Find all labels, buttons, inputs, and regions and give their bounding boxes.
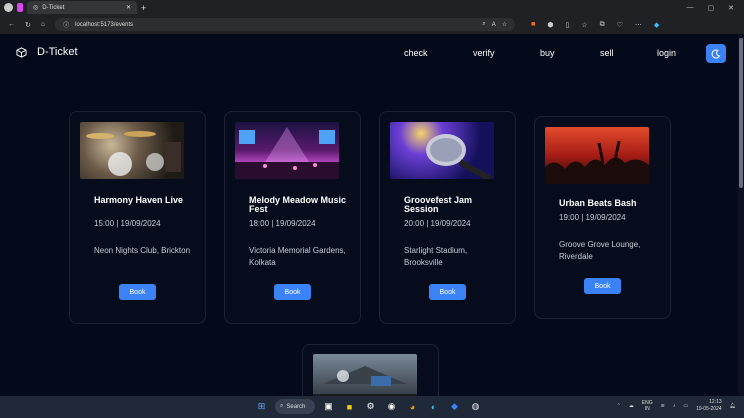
- file-explorer-icon[interactable]: ■: [342, 399, 357, 414]
- taskbar: ⊞ ⌕ Search ▣ ■ ⚙ ◉ ◕ ◐ ◆ ◍ ⌃ ☁ ENG IN ≋ …: [0, 396, 744, 418]
- minimize-icon[interactable]: —: [687, 4, 694, 12]
- browser-chrome: ◎ D-Ticket ✕ + — ▢ ✕ ← ↻ ⌂ ⓘ localhost:5…: [0, 0, 744, 34]
- clock-time: 12:13: [709, 399, 722, 405]
- battery-icon[interactable]: ▭: [683, 403, 688, 409]
- event-card: Urban Beats Bash 19:00 | 19/09/2024 Groo…: [534, 116, 671, 319]
- event-venue: Neon Nights Club, Brickton: [94, 246, 191, 255]
- brand-name: D-Ticket: [37, 46, 78, 58]
- favorite-icon[interactable]: ☆: [502, 21, 507, 28]
- vscode-icon[interactable]: ◆: [447, 399, 462, 414]
- notification-icon[interactable]: 🔔︎: [730, 403, 736, 409]
- more-icon[interactable]: ⋯: [635, 21, 642, 29]
- address-bar-row: ← ↻ ⌂ ⓘ localhost:5173/events ⌕ A ☆ ■ ⬢ …: [0, 15, 744, 34]
- favorites-icon[interactable]: ☆: [581, 21, 587, 29]
- event-card: [302, 344, 439, 396]
- event-image: [313, 354, 417, 396]
- profile-icon[interactable]: [4, 3, 13, 12]
- window-controls: — ▢ ✕: [687, 4, 744, 12]
- tab-d-ticket[interactable]: ◎ D-Ticket ✕: [27, 1, 137, 14]
- event-title: Groovefest Jam Session: [404, 195, 473, 214]
- cloud-icon[interactable]: ☁: [629, 403, 634, 409]
- puzzle-icon[interactable]: ⬢: [547, 21, 553, 29]
- nav-verify[interactable]: verify: [473, 48, 540, 58]
- theme-toggle-button[interactable]: [706, 44, 726, 63]
- volume-icon[interactable]: ♪: [673, 403, 676, 409]
- event-venue: Victoria Memorial Gardens, Kolkata: [249, 246, 346, 267]
- app-icon[interactable]: ◉: [384, 399, 399, 414]
- task-view-icon[interactable]: ▣: [321, 399, 336, 414]
- event-card: Harmony Haven Live 15:00 | 19/09/2024 Ne…: [69, 111, 206, 324]
- tab-strip: ◎ D-Ticket ✕ + — ▢ ✕: [0, 0, 744, 15]
- book-button[interactable]: Book: [429, 284, 466, 300]
- moon-icon: [711, 49, 721, 58]
- collections-icon[interactable]: ⧉: [600, 21, 605, 29]
- workspace-icon[interactable]: [17, 3, 23, 12]
- clock[interactable]: 12:13 19-05-2024: [696, 399, 722, 413]
- navbar: D-Ticket check verify buy sell login: [0, 34, 738, 74]
- event-time: 19:00 | 19/09/2024: [559, 213, 626, 222]
- event-card: Groovefest Jam Session 20:00 | 19/09/202…: [379, 111, 516, 324]
- url-text: localhost:5173/events: [75, 21, 134, 28]
- chrome-icon[interactable]: ◕: [405, 399, 420, 414]
- url-field[interactable]: ⓘ localhost:5173/events ⌕ A ☆: [55, 18, 516, 31]
- nav-links: check verify buy sell login: [404, 48, 676, 58]
- extension-icon[interactable]: ■: [531, 21, 535, 29]
- book-button[interactable]: Book: [119, 284, 156, 300]
- lang-bottom: IN: [644, 406, 650, 412]
- event-time: 20:00 | 19/09/2024: [404, 219, 471, 228]
- taskbar-search[interactable]: ⌕ Search: [275, 399, 315, 414]
- search-icon: ⌕: [280, 403, 284, 409]
- close-window-icon[interactable]: ✕: [728, 4, 734, 12]
- event-title: Urban Beats Bash: [559, 198, 637, 208]
- heart-icon[interactable]: ♡: [617, 21, 623, 29]
- edge-icon[interactable]: ◐: [426, 399, 441, 414]
- close-icon[interactable]: ✕: [126, 4, 131, 11]
- copilot-icon[interactable]: ◆: [654, 21, 659, 29]
- event-image: [80, 122, 184, 179]
- book-button[interactable]: Book: [584, 278, 621, 294]
- new-tab-icon[interactable]: +: [141, 3, 146, 13]
- event-image: [390, 122, 494, 179]
- clock-date: 19-05-2024: [696, 406, 722, 412]
- zoom-icon[interactable]: ⌕: [482, 21, 485, 28]
- info-icon: ⓘ: [63, 23, 70, 29]
- event-image: [545, 127, 649, 184]
- split-screen-icon[interactable]: ▯: [565, 21, 569, 29]
- nav-sell[interactable]: sell: [600, 48, 657, 58]
- nav-buy[interactable]: buy: [540, 48, 600, 58]
- home-icon[interactable]: ⌂: [41, 21, 45, 28]
- wifi-icon[interactable]: ≋: [661, 403, 665, 409]
- back-icon[interactable]: ←: [8, 21, 15, 28]
- app-icon-2[interactable]: ◍: [468, 399, 483, 414]
- event-venue: Groove Grove Lounge, Riverdale: [559, 240, 641, 261]
- tab-title: D-Ticket: [42, 4, 65, 11]
- nav-check[interactable]: check: [404, 48, 473, 58]
- event-time: 15:00 | 19/09/2024: [94, 219, 161, 228]
- system-tray: ⌃ ☁ ENG IN ≋ ♪ ▭ 12:13 19-05-2024 🔔︎: [617, 399, 736, 413]
- event-venue: Starlight Stadium, Brooksville: [404, 246, 468, 267]
- book-button[interactable]: Book: [274, 284, 311, 300]
- event-title: Melody Meadow Music Fest: [249, 195, 347, 214]
- read-aloud-icon[interactable]: A: [492, 22, 496, 28]
- globe-icon: ◎: [33, 5, 39, 11]
- language-indicator[interactable]: ENG IN: [642, 400, 653, 412]
- settings-icon[interactable]: ⚙: [363, 399, 378, 414]
- maximize-icon[interactable]: ▢: [708, 4, 715, 12]
- event-time: 18:00 | 19/09/2024: [249, 219, 316, 228]
- brand[interactable]: D-Ticket: [16, 46, 78, 58]
- windows-start-icon[interactable]: ⊞: [254, 399, 269, 414]
- refresh-icon[interactable]: ↻: [25, 21, 31, 29]
- page-scrollbar[interactable]: [738, 34, 744, 396]
- extension-icons: ■ ⬢ ▯ ☆ ⧉ ♡ ⋯ ◆: [531, 21, 659, 29]
- search-label: Search: [286, 403, 306, 410]
- chevron-up-icon[interactable]: ⌃: [617, 403, 621, 409]
- cube-icon: [16, 46, 27, 58]
- scrollbar-thumb[interactable]: [739, 38, 743, 188]
- web-page: D-Ticket check verify buy sell login Har…: [0, 34, 738, 396]
- nav-login[interactable]: login: [657, 48, 676, 58]
- event-card: Melody Meadow Music Fest 18:00 | 19/09/2…: [224, 111, 361, 324]
- event-image: [235, 122, 339, 179]
- event-title: Harmony Haven Live: [94, 195, 184, 205]
- taskbar-apps: ⊞ ⌕ Search ▣ ■ ⚙ ◉ ◕ ◐ ◆ ◍: [254, 399, 483, 414]
